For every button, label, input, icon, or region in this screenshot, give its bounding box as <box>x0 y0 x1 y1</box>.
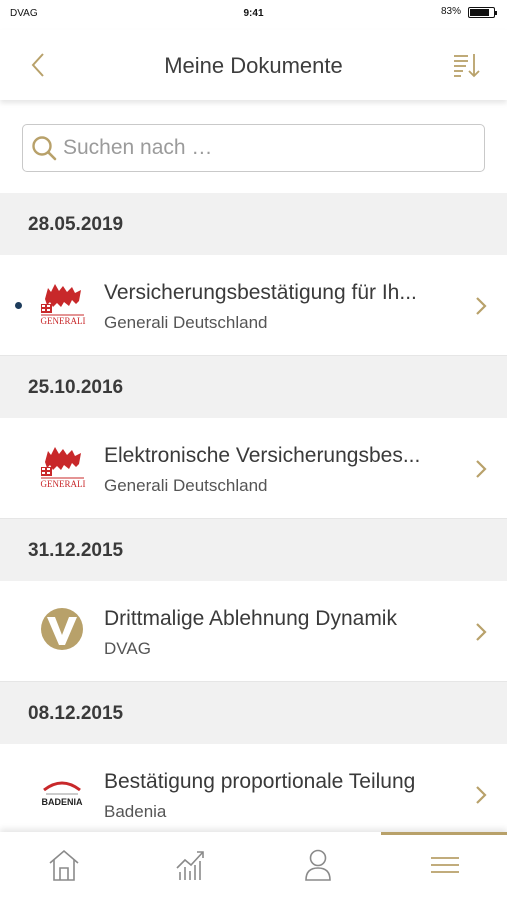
date-header: 08.12.2015 <box>0 682 507 744</box>
tab-bar <box>0 832 507 900</box>
date-header: 25.10.2016 <box>0 356 507 418</box>
chevron-right-icon <box>476 460 487 478</box>
chart-icon <box>176 851 204 880</box>
date-header: 31.12.2015 <box>0 519 507 581</box>
sort-button[interactable] <box>451 50 481 80</box>
chevron-right-icon <box>476 623 487 641</box>
search-field[interactable] <box>22 124 485 172</box>
document-title: Versicherungsbestätigung für Ih... <box>104 281 417 304</box>
dvag-logo <box>41 608 83 650</box>
date-label: 28.05.2019 <box>28 214 124 235</box>
profile-icon <box>305 849 331 881</box>
tab-chart[interactable] <box>127 832 253 900</box>
active-tab-indicator <box>381 832 507 835</box>
document-title: Elektronische Versicherungsbes... <box>104 444 421 467</box>
document-row[interactable]: GENERALI Elektronische Versicherungsbes.… <box>0 418 507 519</box>
search-icon <box>32 136 57 161</box>
sort-icon <box>454 54 480 78</box>
status-bar: DVAG 9:41 83% <box>0 0 507 30</box>
document-sender: Generali Deutschland <box>104 313 268 332</box>
svg-text:BADENIA: BADENIA <box>41 797 83 807</box>
svg-text:GENERALI: GENERALI <box>41 316 86 326</box>
home-icon <box>49 849 79 881</box>
document-list: 28.05.2019 GENERALI Versicherungsbestäti… <box>0 193 507 845</box>
clock: 9:41 <box>243 8 264 19</box>
tab-profile[interactable] <box>254 832 380 900</box>
tab-home[interactable] <box>0 832 126 900</box>
nav-bar: Meine Dokumente <box>0 30 507 100</box>
document-title: Bestätigung proportionale Teilung <box>104 770 416 793</box>
document-title: Drittmalige Ablehnung Dynamik <box>104 607 397 630</box>
document-row[interactable]: GENERALI Versicherungsbestätigung für Ih… <box>0 255 507 356</box>
chevron-right-icon <box>476 786 487 804</box>
battery-percent: 83% <box>440 6 461 17</box>
search-input[interactable] <box>63 133 473 163</box>
document-row[interactable]: Drittmalige Ablehnung Dynamik DVAG <box>0 581 507 682</box>
date-label: 31.12.2015 <box>28 540 124 561</box>
chevron-right-icon <box>476 297 487 315</box>
document-sender: Generali Deutschland <box>104 476 268 495</box>
badenia-logo: BADENIA <box>41 781 83 807</box>
document-row[interactable]: BADENIA Bestätigung proportionale Teilun… <box>0 744 507 845</box>
page-title: Meine Dokumente <box>164 53 343 78</box>
tab-menu[interactable] <box>381 832 507 900</box>
document-sender: DVAG <box>104 639 151 658</box>
unread-dot <box>15 302 22 309</box>
date-header: 28.05.2019 <box>0 193 507 255</box>
generali-logo: GENERALI <box>41 284 86 326</box>
generali-logo: GENERALI <box>41 447 86 489</box>
document-sender: Badenia <box>104 802 167 821</box>
svg-text:GENERALI: GENERALI <box>41 479 86 489</box>
date-label: 25.10.2016 <box>28 377 124 398</box>
date-label: 08.12.2015 <box>28 703 124 724</box>
battery-icon <box>468 7 497 18</box>
menu-icon <box>431 857 459 873</box>
